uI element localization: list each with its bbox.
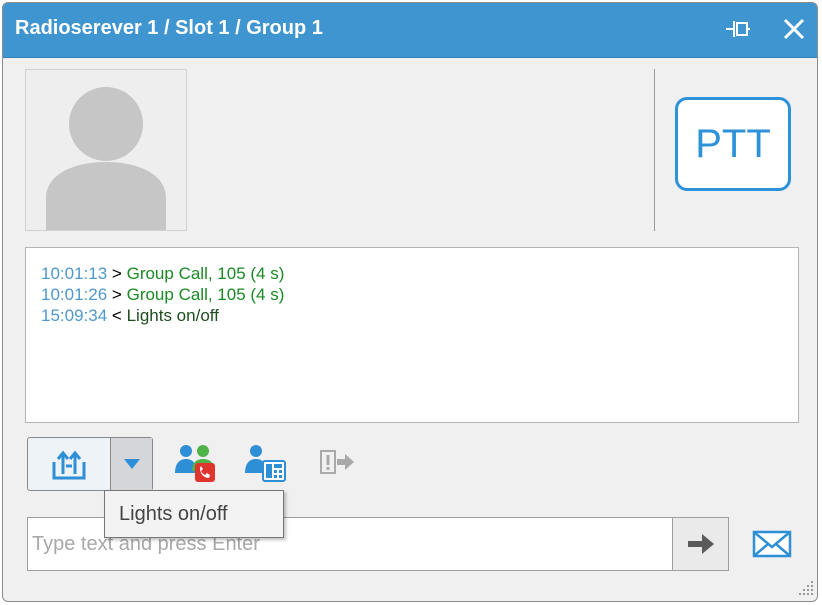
ptt-button[interactable]: PTT: [675, 97, 791, 191]
status-split-button: [27, 437, 153, 491]
log-direction: <: [111, 306, 122, 325]
arrow-right-icon: [687, 534, 714, 554]
user-placeholder-icon: [46, 87, 166, 230]
telephone-call-icon: [245, 445, 286, 482]
exit-button[interactable]: [317, 443, 361, 483]
group-call-button[interactable]: [173, 443, 217, 483]
envelope-icon: [752, 530, 792, 558]
avatar: [25, 69, 187, 231]
vertical-divider: [654, 69, 655, 231]
telephone-call-button[interactable]: [243, 443, 287, 483]
log-entry: 15:09:34 < Lights on/off: [41, 305, 783, 326]
log-entry: 10:01:26 > Group Call, 105 (4 s): [41, 284, 783, 305]
group-call-icon: [175, 445, 215, 482]
close-button[interactable]: [781, 16, 807, 42]
log-time: 10:01:26: [41, 285, 108, 304]
log-time: 10:01:13: [41, 264, 108, 283]
log-text: Group Call, 105 (4 s): [126, 264, 285, 283]
log-text: Lights on/off: [126, 306, 219, 325]
email-button[interactable]: [751, 527, 793, 561]
log-text: Group Call, 105 (4 s): [126, 285, 285, 304]
log-entry: 10:01:13 > Group Call, 105 (4 s): [41, 263, 783, 284]
tooltip: Lights on/off: [104, 490, 284, 538]
resize-grip-icon: [799, 581, 813, 595]
title-bar[interactable]: Radioserever 1 / Slot 1 / Group 1: [3, 3, 817, 58]
status-dropdown-button[interactable]: [111, 438, 152, 490]
window-title: Radioserever 1 / Slot 1 / Group 1: [15, 17, 323, 39]
pin-button[interactable]: [725, 17, 751, 41]
event-log[interactable]: 10:01:13 > Group Call, 105 (4 s) 10:01:2…: [25, 247, 799, 423]
send-message-button[interactable]: [673, 517, 729, 571]
log-direction: >: [111, 285, 122, 304]
log-time: 15:09:34: [41, 306, 108, 325]
send-status-icon: [52, 450, 86, 480]
exit-icon: [320, 450, 354, 474]
pin-icon: [726, 21, 750, 37]
send-status-button[interactable]: [28, 438, 110, 490]
ptt-label: PTT: [695, 121, 771, 166]
log-direction: >: [111, 264, 122, 283]
resize-grip[interactable]: [797, 579, 815, 597]
close-icon: [783, 18, 805, 40]
chevron-down-icon: [123, 459, 140, 469]
